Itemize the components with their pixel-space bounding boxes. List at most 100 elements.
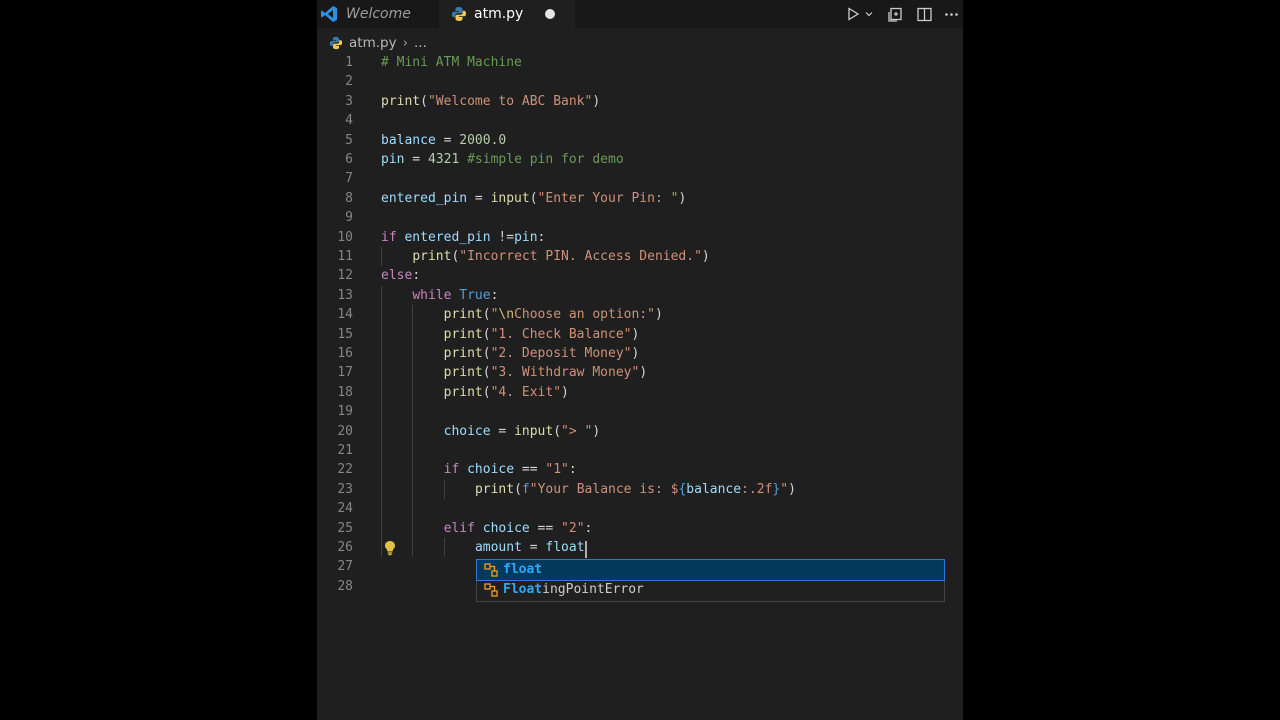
code-line[interactable]: 14 print("\nChoose an option:"): [317, 305, 963, 325]
code-text: print("Welcome to ABC Bank"): [381, 92, 600, 111]
code-token: f: [521, 481, 530, 497]
code-line[interactable]: 15 print("1. Check Balance"): [317, 324, 963, 344]
line-number: 13: [337, 287, 353, 303]
line-number: 20: [337, 423, 353, 439]
line-number: 27: [337, 559, 353, 575]
code-token: ": [780, 481, 789, 497]
code-line[interactable]: 11 print("Incorrect PIN. Access Denied."): [317, 247, 963, 267]
code-token: ): [631, 326, 640, 342]
code-line[interactable]: 13 while True:: [317, 285, 963, 306]
line-number: 21: [337, 443, 353, 458]
code-token: "1. Check Balance": [490, 326, 632, 342]
code-line[interactable]: 1 # Mini ATM Machine: [317, 53, 963, 72]
indent-guide: [381, 479, 382, 500]
code-token: print: [412, 249, 452, 264]
code-token: "1": [545, 462, 569, 478]
code-line[interactable]: 22 if choice == "1":: [317, 460, 963, 480]
code-token: :: [537, 229, 546, 245]
tab-atm-label: atm.py: [474, 6, 524, 22]
suggestion-item-float[interactable]: float: [476, 559, 945, 581]
line-number: 14: [337, 307, 353, 323]
code-line[interactable]: 10 if entered_pin !=pin:: [317, 228, 963, 247]
code-line[interactable]: 9: [317, 208, 963, 227]
code-token: if: [443, 462, 460, 478]
line-number: 11: [337, 249, 353, 264]
symbol-class-icon: [483, 562, 499, 578]
code-line[interactable]: 2: [317, 72, 963, 91]
code-line[interactable]: 16 print("2. Deposit Money"): [317, 344, 963, 364]
code-token: elif: [443, 520, 475, 536]
code-token: ==: [514, 462, 546, 478]
line-number: 25: [337, 520, 353, 536]
suggestion-item-floatingpointerror[interactable]: Float ingPointError: [477, 580, 944, 600]
indent-guide: [412, 305, 414, 325]
code-line[interactable]: 26 amount = float: [317, 538, 963, 558]
code-line[interactable]: 3 print("Welcome to ABC Bank"): [317, 92, 963, 111]
line-number: 3: [345, 93, 353, 109]
chevron-right-icon: ›: [402, 35, 408, 51]
code-token: print: [443, 307, 483, 323]
suggestion-match: float: [503, 562, 543, 578]
code-token: (: [420, 93, 428, 109]
indent-guide: [412, 441, 414, 461]
code-token: True: [459, 287, 491, 303]
chevron-down-icon[interactable]: [863, 4, 875, 24]
python-icon: [451, 6, 467, 22]
code-text: # Mini ATM Machine: [381, 53, 522, 72]
code-text: print("2. Deposit Money"): [444, 344, 640, 363]
unsaved-dot-icon[interactable]: [545, 9, 555, 19]
code-line[interactable]: 24: [317, 499, 963, 519]
open-changes-icon[interactable]: [885, 4, 905, 24]
indent-guide: [412, 421, 414, 441]
code-text: amount = float: [475, 538, 585, 557]
line-number: 22: [337, 462, 353, 478]
code-token: =: [435, 132, 460, 148]
code-token: =: [521, 540, 546, 555]
code-token: print: [474, 481, 515, 497]
split-editor-icon[interactable]: [914, 4, 934, 24]
vscode-icon: [320, 5, 338, 23]
code-line[interactable]: 4: [317, 111, 963, 130]
code-text: else:: [381, 266, 420, 285]
code-token: ): [701, 249, 710, 264]
code-line[interactable]: 20 choice = input("> "): [317, 421, 963, 441]
code-line[interactable]: 19: [317, 402, 963, 422]
more-icon[interactable]: [941, 4, 961, 24]
line-number: 28: [337, 578, 353, 594]
code-token: else: [381, 268, 413, 284]
line-number: 4: [345, 113, 353, 129]
line-number: 8: [345, 190, 353, 206]
code-line[interactable]: 6 pin = 4321 #simple pin for demo: [317, 150, 963, 169]
code-text: print("Incorrect PIN. Access Denied."): [412, 247, 709, 266]
code-token: print: [443, 326, 483, 342]
breadcrumb-file[interactable]: atm.py: [349, 35, 397, 51]
indent-guide: [412, 382, 414, 403]
indent-guide: [381, 305, 382, 325]
breadcrumb-symbols[interactable]: ...: [414, 35, 427, 51]
code-token: "3. Withdraw Money": [490, 365, 640, 381]
tab-atm-py[interactable]: atm.py: [439, 0, 575, 28]
code-token: ): [592, 423, 601, 439]
tab-welcome[interactable]: Welcome: [317, 0, 437, 28]
code-line[interactable]: 5 balance = 2000.0: [317, 131, 963, 150]
code-token: \n: [498, 307, 515, 323]
code-line[interactable]: 8 entered_pin = input("Enter Your Pin: "): [317, 189, 963, 208]
code-line[interactable]: 25 elif choice == "2":: [317, 518, 963, 538]
tab-bar: Welcome atm.py: [317, 0, 963, 28]
code-line[interactable]: 18 print("4. Exit"): [317, 382, 963, 403]
code-text: if entered_pin !=pin:: [381, 228, 545, 247]
code-line[interactable]: 23 print(f"Your Balance is: ${balance:.2f…: [317, 479, 963, 500]
run-icon[interactable]: [843, 4, 863, 24]
indent-guide: [412, 363, 414, 383]
code-token: Choose an option:": [514, 307, 655, 323]
code-line[interactable]: 17 print("3. Withdraw Money"): [317, 363, 963, 383]
indent-guide: [381, 441, 382, 461]
code-line[interactable]: 21: [317, 441, 963, 461]
lightbulb-icon[interactable]: [383, 540, 397, 560]
code-token: input: [490, 190, 530, 206]
code-token: ): [788, 481, 796, 497]
code-line[interactable]: 7: [317, 169, 963, 188]
line-number: 26: [337, 540, 353, 555]
code-token: "Incorrect PIN. Access Denied.": [459, 249, 702, 264]
code-line[interactable]: 12 else:: [317, 266, 963, 285]
